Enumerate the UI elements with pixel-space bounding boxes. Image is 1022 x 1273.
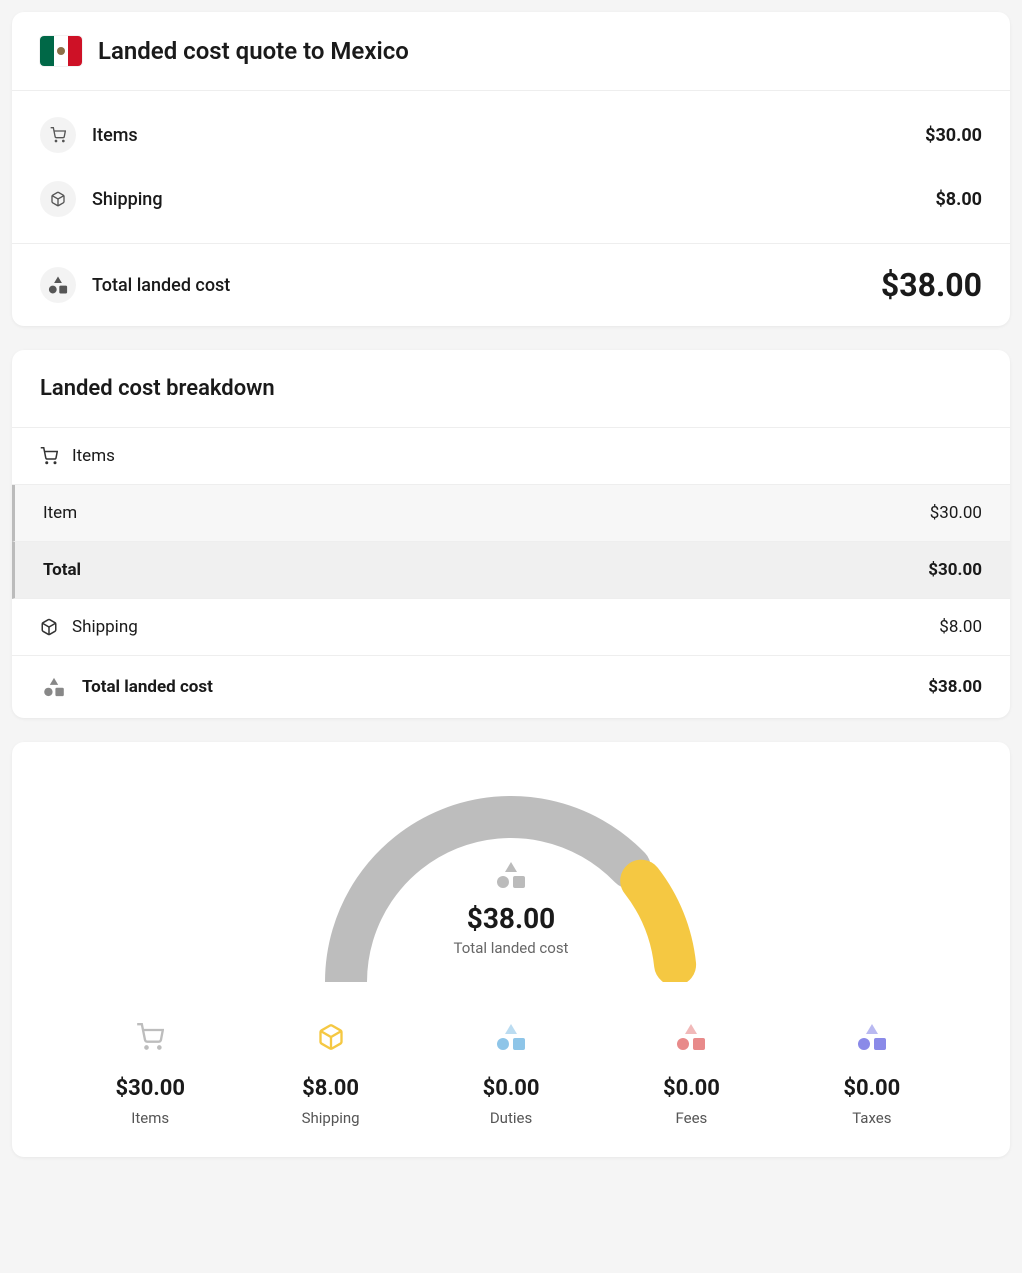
breakdown-header: Landed cost breakdown — [12, 350, 1010, 428]
chart-card: $38.00 Total landed cost $30.00 Items $8.0… — [12, 742, 1010, 1157]
quote-header: Landed cost quote to Mexico — [12, 12, 1010, 91]
items-label: Items — [92, 125, 138, 146]
shapes-icon — [676, 1022, 706, 1052]
cart-icon — [135, 1022, 165, 1052]
shapes-icon — [40, 267, 76, 303]
item-total-label: Total — [43, 560, 81, 580]
breakdown-shipping-row: Shipping $8.00 — [12, 599, 1010, 656]
chart-legend-item: $0.00 Fees — [601, 1022, 781, 1127]
shapes-icon — [496, 1022, 526, 1052]
breakdown-item-total-row: Total $30.00 — [12, 542, 1010, 599]
item-value: $30.00 — [930, 503, 982, 523]
item-label: Item — [43, 503, 77, 523]
total-landed-label: Total landed cost — [92, 275, 230, 296]
summary-shipping-row: Shipping $8.00 — [12, 167, 1010, 231]
shapes-icon — [44, 678, 64, 696]
chart-item-value: $30.00 — [115, 1076, 185, 1101]
chart-item-label: Duties — [490, 1109, 532, 1127]
quote-card: Landed cost quote to Mexico Items $30.00… — [12, 12, 1010, 326]
mexico-flag-icon — [40, 36, 82, 66]
shapes-icon — [857, 1022, 887, 1052]
quote-title: Landed cost quote to Mexico — [98, 37, 409, 65]
cart-icon — [40, 117, 76, 153]
breakdown-total-row: Total landed cost $38.00 — [12, 656, 1010, 718]
chart-item-label: Shipping — [302, 1109, 360, 1127]
total-landed-value: $38.00 — [881, 266, 982, 304]
summary-lines: Items $30.00 Shipping $8.00 — [12, 91, 1010, 244]
items-value: $30.00 — [925, 125, 982, 146]
breakdown-total-label: Total landed cost — [82, 677, 213, 697]
box-icon — [40, 618, 58, 636]
cart-icon — [40, 447, 58, 465]
chart-legend-item: $0.00 Duties — [421, 1022, 601, 1127]
summary-total-row: Total landed cost $38.00 — [12, 244, 1010, 326]
gauge-value: $38.00 — [311, 902, 711, 935]
chart-item-value: $0.00 — [843, 1076, 900, 1101]
chart-legend-item: $8.00 Shipping — [240, 1022, 420, 1127]
chart-item-label: Items — [131, 1109, 169, 1127]
breakdown-shipping-label: Shipping — [72, 617, 138, 637]
breakdown-card: Landed cost breakdown Items Item $30.00 … — [12, 350, 1010, 718]
breakdown-shipping-value: $8.00 — [939, 617, 982, 637]
breakdown-items-header: Items — [12, 428, 1010, 485]
breakdown-items-label: Items — [72, 446, 115, 466]
chart-item-value: $0.00 — [483, 1076, 540, 1101]
item-total-value: $30.00 — [928, 560, 982, 580]
gauge-label: Total landed cost — [311, 939, 711, 957]
breakdown-title: Landed cost breakdown — [40, 376, 982, 401]
chart-item-label: Taxes — [852, 1109, 891, 1127]
chart-legend: $30.00Items$8.00Shipping$0.00Duties$0.00… — [40, 1022, 982, 1127]
chart-item-value: $0.00 — [663, 1076, 720, 1101]
chart-legend-item: $30.00 Items — [60, 1022, 240, 1127]
shipping-value: $8.00 — [935, 189, 982, 210]
chart-item-value: $8.00 — [302, 1076, 359, 1101]
summary-items-row: Items $30.00 — [12, 103, 1010, 167]
shapes-icon — [311, 862, 711, 888]
box-icon — [40, 181, 76, 217]
chart-item-label: Fees — [676, 1109, 708, 1127]
gauge-chart: $38.00 Total landed cost — [311, 782, 711, 982]
box-icon — [316, 1022, 346, 1052]
shipping-label: Shipping — [92, 189, 163, 210]
breakdown-total-value: $38.00 — [928, 677, 982, 697]
chart-legend-item: $0.00 Taxes — [782, 1022, 962, 1127]
breakdown-item-row: Item $30.00 — [12, 485, 1010, 542]
